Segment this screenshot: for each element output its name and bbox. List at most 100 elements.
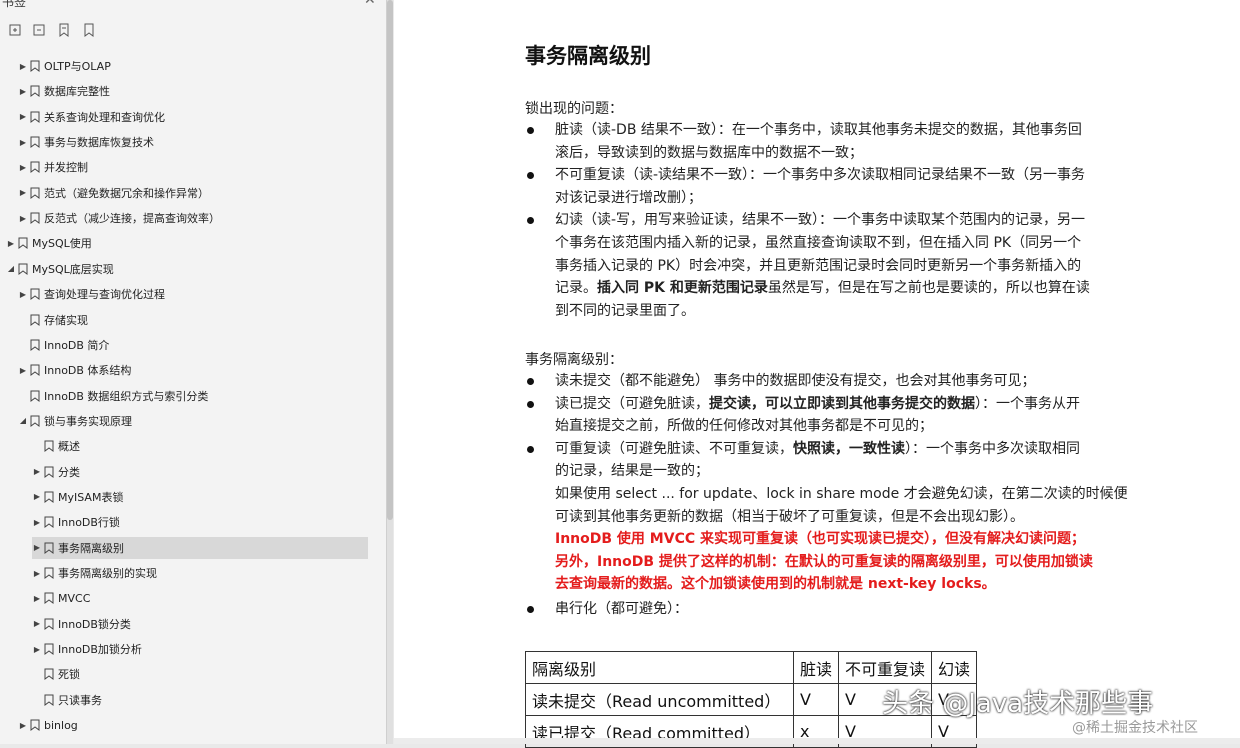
sidebar-item[interactable]: ▶ InnoDB行锁 (32, 511, 120, 533)
sidebar-item[interactable]: 只读事务 (32, 689, 102, 711)
expand-arrow-icon[interactable]: ▶ (18, 62, 28, 71)
expand-arrow-icon[interactable]: ▶ (32, 569, 42, 578)
sidebar-item[interactable]: ▶ 并发控制 (18, 156, 88, 178)
sidebar-item[interactable]: ▶ 事务隔离级别的实现 (32, 562, 157, 584)
expand-arrow-icon[interactable]: ▶ (32, 543, 42, 552)
text-span: 如果使用 select ... for update、lock in share… (555, 486, 1128, 502)
text-line: 对该记录进行增改删）； (555, 187, 702, 209)
sidebar-item[interactable]: 存储实现 (18, 309, 88, 331)
sidebar-item[interactable]: ▶ OLTP与OLAP (18, 55, 111, 77)
sidebar-item[interactable]: ▶ InnoDB锁分类 (32, 613, 131, 635)
sidebar-item[interactable]: InnoDB 数据组织方式与索引分类 (18, 385, 208, 407)
text-span: 脏读（读-DB 结果不一致）：在一个事务中，读取其他事务未提交的数据，其他事务回 (555, 122, 1082, 138)
bookmark-icon (44, 694, 54, 706)
sidebar-item[interactable]: ▶ MyISAM表锁 (32, 486, 124, 508)
expand-arrow-icon[interactable]: ▶ (18, 138, 28, 147)
text-line: 去查询最新的数据。这个加锁读使用到的机制就是 next-key locks。 (555, 573, 996, 595)
sidebar-item[interactable]: ▶ MVCC (32, 587, 90, 609)
bookmark-icon (44, 618, 54, 630)
sidebar-item-label: 事务隔离级别 (58, 541, 124, 555)
collapse-all-icon[interactable] (32, 22, 48, 38)
sidebar-scrollbar[interactable] (387, 0, 393, 744)
section-heading: 事务隔离级别： (525, 352, 623, 368)
expand-arrow-icon[interactable]: ▶ (18, 112, 28, 121)
sidebar-item[interactable]: ◢ 锁与事务实现原理 (18, 410, 132, 432)
sidebar-item[interactable]: ▶ 反范式（减少连接，提高查询效率） (18, 207, 220, 229)
expand-arrow-icon[interactable]: ▶ (32, 594, 42, 603)
text-line: 如果使用 select ... for update、lock in share… (555, 483, 1128, 505)
sidebar-item[interactable]: ▶ 范式（避免数据冗余和操作异常） (18, 182, 209, 204)
expand-arrow-icon[interactable]: ▶ (18, 290, 28, 299)
bookmark-icon (30, 212, 40, 225)
expand-arrow-icon[interactable]: ▶ (18, 87, 28, 96)
sidebar-item[interactable]: ◢ MySQL底层实现 (6, 258, 114, 280)
scrollbar-thumb[interactable] (387, 0, 393, 520)
section-heading: 锁出现的问题： (525, 101, 623, 117)
sidebar-item-label: 锁与事务实现原理 (44, 414, 132, 428)
bookmark-icon (44, 440, 54, 453)
sidebar-item[interactable]: ▶ binlog (18, 714, 78, 736)
text-span: 幻读（读-写，用写来验证读，结果不一致）：一个事务中读取某个范围内的记录，另一 (555, 212, 1086, 229)
collapse-arrow-icon[interactable]: ◢ (18, 416, 28, 425)
expand-arrow-icon[interactable]: ▶ (18, 366, 28, 375)
add-bookmark-icon[interactable] (57, 22, 73, 38)
sidebar-item-label: binlog (44, 718, 78, 732)
expand-all-icon[interactable] (8, 22, 24, 38)
expand-arrow-icon[interactable]: ▶ (18, 214, 28, 223)
text-line: InnoDB 使用 MVCC 来实现可重复读（也可实现读已提交），但没有解决幻读… (555, 528, 1085, 550)
sidebar-item[interactable]: InnoDB 简介 (18, 334, 109, 356)
sidebar-item[interactable]: ▶ 关系查询处理和查询优化 (18, 106, 165, 128)
text-line: 个事务在该范围内插入新的记录，虽然直接查询读取不到，但在插入同 PK（同另一个 (555, 232, 1081, 254)
text-span: 不可重复读（读-读结果不一致）：一个事务中多次读取相同记录结果不一致（另一事务 (555, 167, 1086, 184)
sidebar-item[interactable]: ▶ 事务隔离级别 (32, 536, 368, 559)
text-span: 滚后，导致读到的数据与数据库中的数据不一致； (555, 144, 863, 161)
text-span: 始直接提交之前，所做的任何修改对其他事务都是不可见的； (555, 418, 933, 435)
text-line: 另外，InnoDB 提供了这样的机制：在默认的可重复读的隔离级别里，可以使用加锁… (555, 551, 1093, 573)
sidebar-item-label: InnoDB 简介 (44, 338, 110, 352)
sidebar-item-label: 存储实现 (44, 313, 88, 327)
bookmark-icon (30, 288, 40, 301)
text-line: 脏读（读-DB 结果不一致）：在一个事务中，读取其他事务未提交的数据，其他事务回 (555, 119, 1082, 141)
expand-arrow-icon[interactable]: ▶ (18, 188, 28, 197)
sidebar-item[interactable]: 概述 (32, 435, 80, 457)
sidebar-item[interactable]: ▶ 事务与数据库恢复技术 (18, 131, 154, 153)
bookmark-icon (30, 161, 40, 174)
expand-arrow-icon[interactable]: ▶ (32, 492, 42, 501)
sidebar-item[interactable]: ▶ InnoDB加锁分析 (32, 638, 142, 660)
sidebar-item[interactable]: 死锁 (32, 663, 80, 685)
sidebar-item[interactable]: ▶ InnoDB 体系结构 (18, 359, 132, 381)
text-span: 插入同 PK 和更新范围记录 (597, 280, 768, 297)
text-span: 个事务在该范围内插入新的记录，虽然直接查询读取不到，但在插入同 PK（同另一个 (555, 235, 1082, 251)
bookmark-icon[interactable] (82, 22, 98, 38)
expand-arrow-icon[interactable]: ▶ (18, 721, 28, 730)
text-span: InnoDB 使用 MVCC 来实现可重复读（也可实现读已提交），但没有解决幻读… (555, 531, 1085, 548)
expand-arrow-icon[interactable]: ▶ (18, 163, 28, 172)
expand-arrow-icon[interactable]: ▶ (32, 518, 42, 527)
sidebar-item-label: 查询处理与查询优化过程 (44, 288, 165, 302)
bookmark-icon (44, 542, 54, 554)
text-line: 到不同的记录里面了。 (555, 300, 695, 322)
expand-arrow-icon[interactable]: ▶ (32, 645, 42, 654)
sidebar-item[interactable]: ▶ MySQL使用 (6, 232, 92, 254)
collapse-arrow-icon[interactable]: ◢ (6, 264, 16, 273)
close-icon[interactable]: ✕ (364, 0, 376, 8)
bookmark-icon (30, 187, 40, 199)
text-span: 去查询最新的数据。这个加锁读使用到的机制就是 next-key locks。 (555, 576, 996, 593)
text-line: 幻读（读-写，用写来验证读，结果不一致）：一个事务中读取某个范围内的记录，另一 (555, 209, 1085, 231)
expand-arrow-icon[interactable]: ▶ (6, 239, 16, 248)
sidebar-item-label: 事务与数据库恢复技术 (44, 136, 154, 150)
bookmark-icon (44, 567, 54, 579)
text-span: ）：一个事务中多次读取相同 (905, 440, 1080, 457)
sidebar-item[interactable]: ▶ 查询处理与查询优化过程 (18, 283, 165, 305)
expand-arrow-icon[interactable]: ▶ (32, 467, 42, 476)
sidebar-item-label: 只读事务 (58, 693, 102, 707)
sidebar-item[interactable]: ▶ 分类 (32, 461, 80, 483)
sidebar-item[interactable]: ▶ 数据库完整性 (18, 80, 110, 102)
text-span: 可重复读（可避免脏读、不可重复读， (555, 440, 793, 457)
sidebar-item-label: InnoDB 数据组织方式与索引分类 (44, 389, 209, 403)
text-span: 提交读，可以立即读到其他事务提交的数据 (709, 395, 975, 412)
sidebar-item-label: 并发控制 (44, 161, 88, 175)
sidebar-item-label: MyISAM表锁 (58, 490, 124, 504)
expand-arrow-icon[interactable]: ▶ (32, 619, 42, 628)
horizontal-scrollbar[interactable] (394, 738, 1240, 744)
